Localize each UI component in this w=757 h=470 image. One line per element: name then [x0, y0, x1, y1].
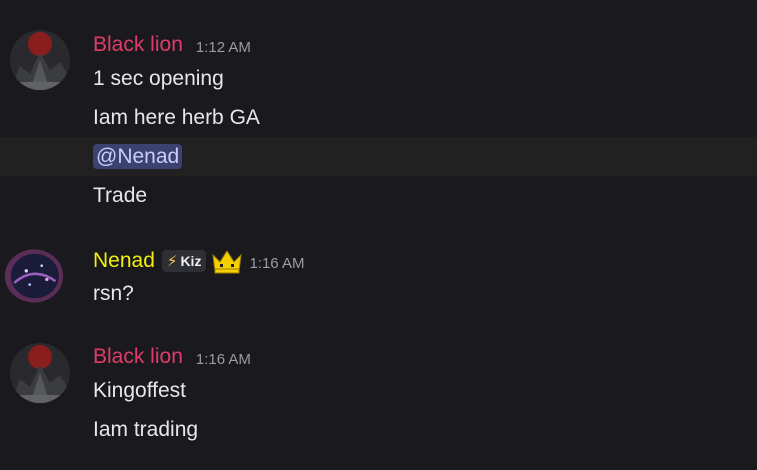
crown-icon [211, 247, 243, 275]
username[interactable]: Nenad [93, 248, 155, 274]
timestamp: 1:12 AM [195, 38, 251, 56]
clan-tag-label: Kiz [180, 253, 202, 269]
message-text: 1 sec opening [93, 67, 224, 90]
username[interactable]: Black lion [93, 32, 183, 58]
username[interactable]: Black lion [93, 344, 183, 370]
message-text: Iam here herb GA [93, 106, 260, 129]
message: 1 sec opening [0, 59, 757, 98]
message: Iam trading [0, 410, 757, 449]
message: Kingoffest [0, 371, 757, 410]
message-text: Iam trading [93, 418, 199, 441]
message-mention-highlight: @Nenad [0, 137, 757, 176]
clan-tag[interactable]: ⚡ Kiz [161, 250, 207, 272]
timestamp: 1:16 AM [249, 254, 305, 272]
message-text: Trade [93, 184, 148, 207]
message: rsn? [0, 274, 757, 313]
lightning-bolt-icon: ⚡ [166, 253, 178, 270]
message-text: @Nenad [93, 137, 183, 176]
message-text: rsn? [93, 282, 134, 305]
message: Trade [0, 176, 757, 215]
timestamp: 1:16 AM [195, 350, 251, 368]
message-text: Kingoffest [93, 379, 187, 402]
message: Iam here herb GA [0, 98, 757, 137]
user-mention[interactable]: @Nenad [93, 144, 183, 169]
